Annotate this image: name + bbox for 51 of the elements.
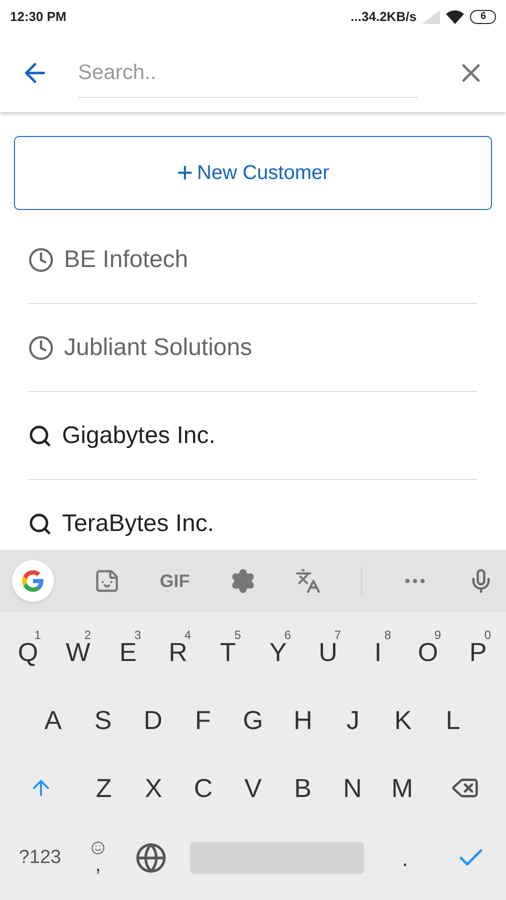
keyboard-key[interactable]: S [78,692,128,748]
suggestion-item[interactable]: Gigabytes Inc. [28,392,478,480]
suggestion-item[interactable]: Jubliant Solutions [28,304,478,392]
keyboard-key[interactable]: L [428,692,478,748]
keyboard-key[interactable]: V [228,760,278,816]
globe-icon [135,842,167,874]
key-hint: 5 [234,627,241,643]
key-hint: 3 [134,627,141,643]
key-hint: 1 [34,627,41,642]
settings-icon[interactable] [230,568,256,594]
battery-indicator: 6 [470,10,496,24]
key-hint: 9 [434,627,441,642]
comma-key[interactable]: , [76,841,120,875]
keyboard-key[interactable]: A [28,692,78,748]
google-logo-icon [20,568,46,594]
key-hint: 7 [334,627,341,643]
search-field[interactable]: Search.. [78,48,418,98]
key-hint: 2 [84,627,91,643]
symbols-key[interactable]: ?123 [10,844,70,872]
keyboard-key[interactable]: D [128,692,178,748]
smiley-icon [91,841,105,855]
sticker-icon[interactable] [94,568,120,594]
keyboard-key[interactable]: C [178,760,228,816]
keyboard-key[interactable]: N [328,760,378,816]
key-hint: 8 [384,627,391,644]
keyboard-key[interactable]: J [328,692,378,748]
plus-icon: + [176,159,194,187]
suggestion-item[interactable]: BE Infotech [28,216,478,304]
keyboard-key[interactable]: K [378,692,428,748]
search-icon [28,424,52,448]
search-icon [28,512,52,536]
keyboard-key[interactable]: G [228,692,278,748]
key-hint: 0 [484,627,491,643]
keyboard-key[interactable]: X [128,760,178,816]
period-key[interactable]: . [370,842,440,874]
signal-icon [422,10,440,24]
clock-icon [28,334,54,360]
status-time: 12:30 PM [10,8,66,26]
keyboard-key[interactable]: Z [79,760,129,816]
google-button[interactable] [12,560,54,602]
key-hint: 4 [184,627,191,643]
keyboard-key[interactable]: H [278,692,328,748]
clock-icon [28,246,54,272]
key-hint: 6 [284,627,291,643]
keyboard-key[interactable]: B [278,760,328,816]
keyboard-key[interactable]: M [377,760,428,816]
keyboard-key[interactable]: F [178,692,228,748]
translate-icon[interactable] [295,568,322,594]
wifi-icon [446,10,464,24]
new-customer-button[interactable]: +New Customer [14,136,492,210]
network-speed: ...34.2KB/s [350,8,416,26]
